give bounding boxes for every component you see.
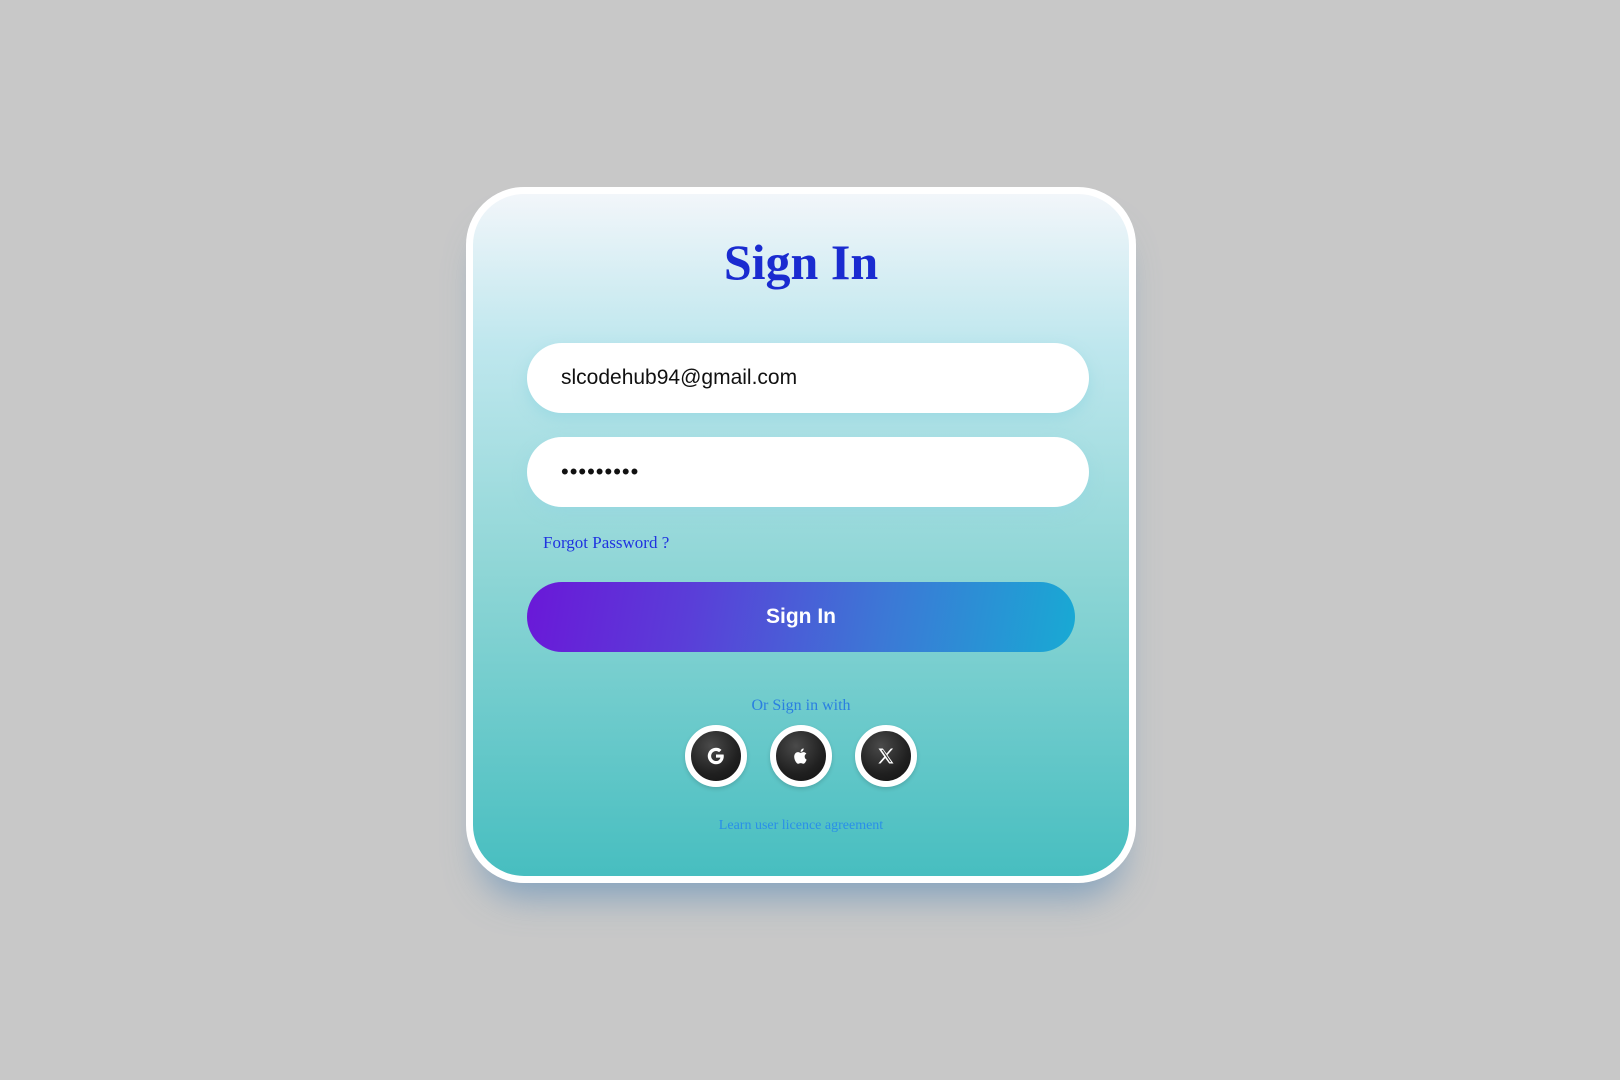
sign-in-button[interactable]: Sign In xyxy=(527,582,1075,652)
google-icon xyxy=(707,747,724,765)
page: Sign In Forgot Password ? Sign In Or Sig… xyxy=(0,0,1620,1080)
password-field[interactable] xyxy=(527,437,1089,507)
x-icon xyxy=(878,748,894,764)
sign-in-card: Sign In Forgot Password ? Sign In Or Sig… xyxy=(466,187,1136,883)
licence-agreement-link[interactable]: Learn user licence agreement xyxy=(473,818,1129,834)
social-login-group xyxy=(473,725,1129,789)
email-field[interactable] xyxy=(527,343,1089,413)
forgot-password-link[interactable]: Forgot Password ? xyxy=(543,533,669,553)
apple-icon xyxy=(794,748,807,764)
apple-signin-button[interactable] xyxy=(770,725,832,787)
x-signin-button[interactable] xyxy=(855,725,917,787)
page-title: Sign In xyxy=(723,234,879,290)
google-signin-button[interactable] xyxy=(685,725,747,787)
alt-signin-label: Or Sign in with xyxy=(751,697,851,714)
